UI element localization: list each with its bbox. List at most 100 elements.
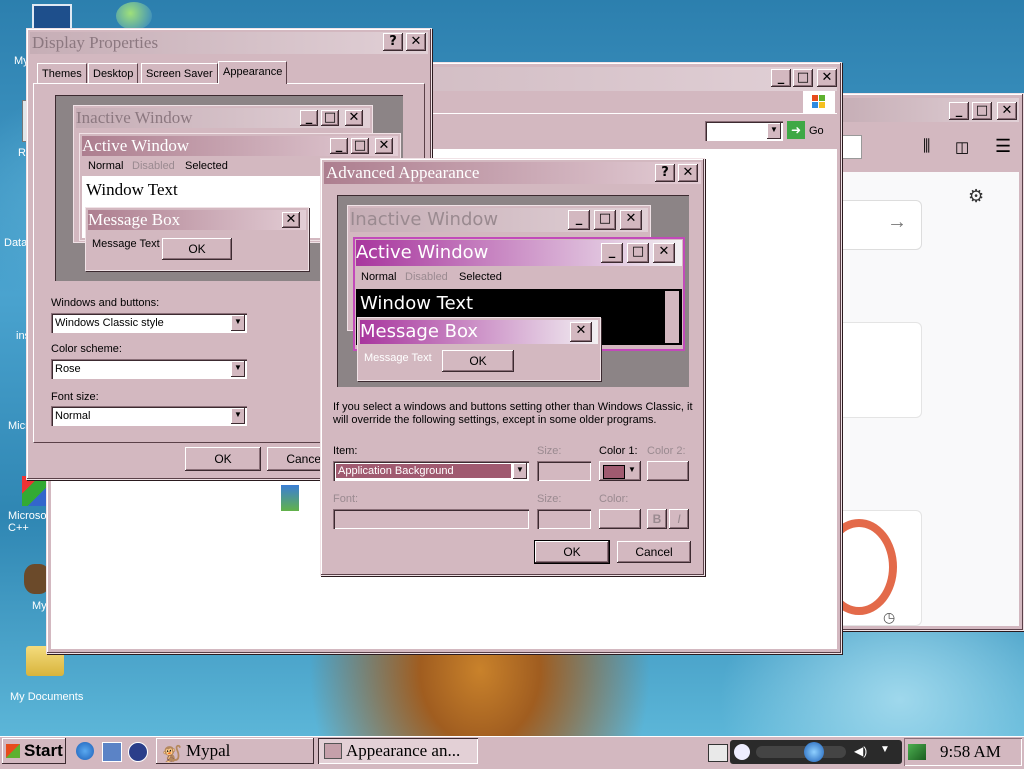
- internet-explorer-icon[interactable]: [76, 742, 94, 760]
- go-arrow-icon[interactable]: ➜: [787, 121, 805, 139]
- preview-menu-normal: Normal: [88, 160, 124, 172]
- dropdown-arrow-icon[interactable]: ▼: [231, 408, 245, 424]
- close-icon: ✕: [375, 138, 393, 154]
- explorer-quicklaunch-icon[interactable]: [102, 742, 122, 762]
- seek-bar[interactable]: [756, 746, 846, 758]
- font-select[interactable]: [333, 509, 529, 529]
- advanced-preview: Inactive Window _ □ ✕ Active Window _ □ …: [337, 195, 689, 387]
- preview-menu-disabled: Disabled: [405, 271, 448, 283]
- preview-menu-disabled: Disabled: [132, 160, 175, 172]
- font-color-label: Color:: [599, 493, 629, 505]
- size-spinner[interactable]: [537, 461, 591, 481]
- dialog-title[interactable]: Advanced Appearance: [324, 162, 701, 184]
- control-panel-icon[interactable]: [281, 485, 299, 511]
- tab-themes[interactable]: Themes: [37, 63, 87, 84]
- preview-menu-normal: Normal: [361, 271, 397, 283]
- desktop-icon-label: My: [32, 600, 47, 612]
- font-label: Font:: [333, 493, 359, 505]
- close-button[interactable]: ✕: [678, 164, 698, 182]
- item-label: Item:: [333, 445, 358, 457]
- display-properties-icon: [324, 743, 342, 759]
- network-icon[interactable]: [116, 2, 152, 30]
- start-label: Start: [24, 741, 63, 760]
- dropdown-arrow-icon[interactable]: ▼: [513, 463, 527, 479]
- visual-cpp-icon[interactable]: [22, 476, 46, 506]
- menu-icon[interactable]: ☰: [995, 136, 1011, 157]
- search-go-arrow-icon[interactable]: →: [887, 211, 907, 234]
- address-dropdown-arrow[interactable]: ▼: [767, 123, 781, 139]
- help-button[interactable]: ?: [383, 33, 403, 51]
- ok-button[interactable]: OK: [534, 540, 610, 564]
- color2-picker[interactable]: [647, 461, 689, 481]
- library-icon[interactable]: ⫼: [923, 138, 930, 156]
- play-pause-icon[interactable]: [804, 742, 824, 762]
- tray-app-icon[interactable]: [908, 744, 926, 760]
- volume-icon[interactable]: ◀): [854, 744, 867, 758]
- start-button[interactable]: Start: [2, 738, 66, 764]
- font-size-select[interactable]: Normal ▼: [51, 406, 247, 426]
- bold-button[interactable]: B: [647, 509, 667, 529]
- play-icon[interactable]: [734, 744, 750, 760]
- dialog-title[interactable]: Display Properties: [30, 32, 428, 54]
- top-site-tile[interactable]: [841, 322, 922, 418]
- desktop-icon-label: Data: [4, 237, 28, 249]
- font-color-picker[interactable]: [599, 509, 641, 529]
- maximize-button[interactable]: □: [793, 69, 813, 87]
- maximize-button[interactable]: □: [972, 102, 992, 120]
- player-menu-arrow-icon[interactable]: ▼: [880, 744, 890, 755]
- tab-appearance[interactable]: Appearance: [218, 61, 288, 84]
- preview-menu-selected: Selected: [185, 160, 228, 172]
- color1-label: Color 1:: [599, 445, 638, 457]
- advanced-appearance-dialog[interactable]: Advanced Appearance ? ✕ Inactive Window …: [320, 158, 705, 576]
- dropdown-arrow-icon[interactable]: ▼: [231, 361, 245, 377]
- color1-swatch: [603, 465, 625, 479]
- windows-buttons-select[interactable]: Windows Classic style ▼: [51, 313, 247, 333]
- go-button-label[interactable]: Go: [809, 125, 824, 137]
- system-tray: 9:58 AM: [904, 738, 1022, 766]
- highlight-thumbnail: [841, 519, 897, 615]
- taskbar-item-mypal[interactable]: 🐒 Mypal: [156, 738, 314, 764]
- help-button[interactable]: ?: [655, 164, 675, 182]
- cancel-button[interactable]: Cancel: [617, 541, 691, 563]
- color2-label: Color 2:: [647, 445, 686, 457]
- settings-gear-icon[interactable]: ⚙: [968, 186, 984, 207]
- color-scheme-select[interactable]: Rose ▼: [51, 359, 247, 379]
- close-button[interactable]: ✕: [817, 69, 837, 87]
- font-size-select[interactable]: [537, 509, 591, 529]
- italic-button[interactable]: I: [669, 509, 689, 529]
- keyboard-icon[interactable]: [708, 744, 728, 762]
- font-size-label: Font size:: [51, 391, 99, 403]
- tab-desktop[interactable]: Desktop: [88, 63, 139, 84]
- close-icon: ✕: [620, 210, 642, 230]
- taskbar-item-label: Appearance an...: [346, 741, 461, 760]
- minimize-button[interactable]: _: [771, 69, 791, 87]
- close-button[interactable]: ✕: [997, 102, 1017, 120]
- preview-msgbox-title: Message Box: [360, 320, 598, 344]
- color1-picker[interactable]: ▼: [599, 461, 641, 481]
- mypal-window[interactable]: _ □ ✕ ⫼ ◫ ☰ ⚙ → ◷: [836, 93, 1024, 631]
- url-bar-end[interactable]: [841, 135, 862, 159]
- address-input[interactable]: ▼: [705, 121, 783, 141]
- font-size-value: Normal: [55, 410, 91, 422]
- minimize-icon: _: [568, 210, 590, 230]
- ok-button[interactable]: OK: [185, 447, 261, 471]
- mypal-titlebar[interactable]: [841, 98, 1019, 122]
- media-player-toolbar[interactable]: ◀) ▼: [730, 740, 902, 764]
- dropdown-arrow-icon[interactable]: ▼: [231, 315, 245, 331]
- highlight-card[interactable]: ◷: [841, 510, 922, 626]
- item-select[interactable]: Application Background ▼: [333, 461, 529, 481]
- windows-flag-icon: [6, 744, 20, 758]
- tab-screen-saver[interactable]: Screen Saver: [141, 63, 218, 84]
- minimize-button[interactable]: _: [949, 102, 969, 120]
- sidebar-icon[interactable]: ◫: [955, 138, 969, 156]
- close-button[interactable]: ✕: [406, 33, 426, 51]
- maximize-icon: □: [351, 138, 369, 154]
- preview-scrollbar: [665, 291, 679, 343]
- taskbar-item-appearance[interactable]: Appearance an...: [318, 738, 478, 764]
- search-box[interactable]: →: [841, 200, 922, 250]
- windows-buttons-value: Windows Classic style: [55, 317, 164, 329]
- maximize-icon: □: [321, 110, 339, 126]
- clock[interactable]: 9:58 AM: [940, 742, 1001, 762]
- media-player-icon[interactable]: [128, 742, 148, 762]
- clock-icon: ◷: [883, 609, 896, 625]
